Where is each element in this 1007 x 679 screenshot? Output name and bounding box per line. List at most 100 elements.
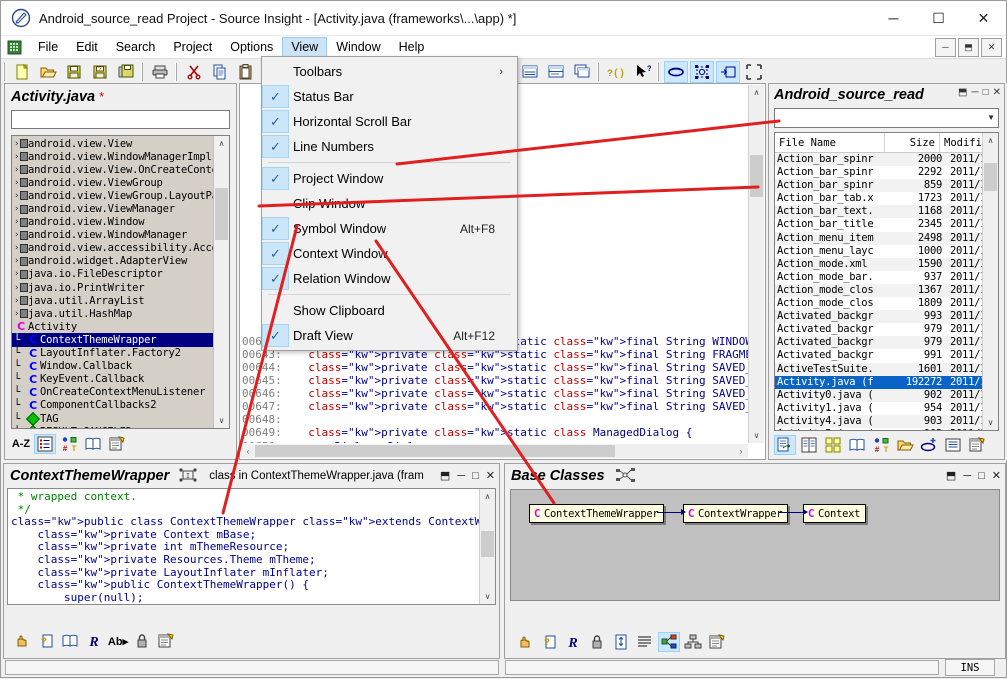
toolbar-grip[interactable]	[175, 62, 179, 81]
save-as-icon[interactable]: ?	[88, 61, 112, 83]
context-scroll-thumb[interactable]	[481, 531, 494, 557]
symbol-list[interactable]: › android.view.View › android.view.WindowMa…	[11, 135, 230, 429]
file-list-row[interactable]: Activity1.java (954 2011/11.	[775, 402, 998, 415]
menu-project[interactable]: Project	[164, 37, 221, 57]
toolbar-grip[interactable]	[3, 62, 7, 81]
context-scrollbar[interactable]: ∧ ∨	[479, 489, 495, 604]
symbol-list-item[interactable]: › android.view.ViewManager	[12, 202, 214, 215]
new-file-icon[interactable]	[10, 61, 34, 83]
editor-scroll-left-button[interactable]: ‹	[241, 444, 255, 458]
context-maximize-button[interactable]: □	[472, 470, 479, 482]
mdi-close-button[interactable]: ✕	[981, 37, 1002, 57]
find-reference-icon[interactable]: Ab▸	[107, 631, 129, 651]
copy-icon[interactable]	[208, 61, 232, 83]
toolbar-grip[interactable]	[141, 62, 145, 81]
editor-scroll-up-button[interactable]: ∧	[749, 85, 764, 100]
synchronize-files-icon[interactable]	[942, 435, 964, 455]
project-selector-combobox[interactable]: ▼	[774, 108, 999, 128]
tile-split-icon[interactable]	[544, 61, 568, 83]
file-list-row[interactable]: Action_mode_bar. 937 2011/11.	[775, 271, 998, 284]
cut-icon[interactable]	[182, 61, 206, 83]
project-restore-button[interactable]: ⬒	[958, 87, 967, 98]
file-list-row[interactable]: Activated_backgr 979 2011/11.	[775, 336, 998, 350]
browse-icon[interactable]	[82, 434, 104, 454]
relation-close-button[interactable]: ✕	[992, 469, 1001, 482]
mdi-minimize-button[interactable]: ─	[935, 37, 956, 57]
symbol-list-item[interactable]: › android.view.WindowManager	[12, 229, 214, 242]
symbol-list-item[interactable]: └ TAG	[12, 411, 214, 426]
print-icon[interactable]	[148, 61, 172, 83]
relation-maximize-button[interactable]: □	[978, 470, 985, 482]
project-settings-icon[interactable]	[966, 435, 988, 455]
view-menu-item-status-bar[interactable]: ✓ Status Bar	[262, 84, 517, 109]
context-scroll-up-button[interactable]: ∧	[480, 489, 495, 504]
class-node[interactable]: C ContextWrapper	[683, 504, 789, 523]
symbol-list-item[interactable]: └ C KeyEvent.Callback	[12, 373, 214, 386]
relation-restore-button[interactable]: ⬒	[946, 469, 956, 482]
file-list-row[interactable]: Action_mode.xml 1590 2011/11.	[775, 257, 998, 271]
symbol-list-item[interactable]: › android.view.View.OnCreateConte	[12, 163, 218, 176]
symbol-scroll-down-button[interactable]: ∨	[214, 413, 229, 428]
project-maximize-button[interactable]: □	[983, 87, 989, 98]
class-node[interactable]: C Context	[803, 504, 867, 523]
symbol-list-item[interactable]: › android.view.Window	[12, 216, 214, 229]
context-minimize-button[interactable]: ─	[457, 470, 465, 482]
lock-icon[interactable]	[131, 631, 153, 651]
symbol-window-icon[interactable]	[690, 60, 714, 83]
lock-icon[interactable]	[586, 632, 608, 652]
smart-rename-icon[interactable]: R	[83, 631, 105, 651]
symbol-list-item[interactable]: └ C ComponentCallbacks2	[12, 399, 214, 412]
file-list-row[interactable]: Action_bar_tab.x 1723 2011/11.	[775, 192, 998, 205]
mdi-restore-button[interactable]: ⬒	[958, 37, 979, 57]
symbol-list-item[interactable]: └ C OnCreateContextMenuListener	[12, 386, 214, 399]
context-scroll-down-button[interactable]: ∨	[480, 589, 495, 604]
file-list-row[interactable]: Action_bar_title 2345 2011/11.	[775, 218, 998, 231]
file-list-row[interactable]: Activity5.java (9022011/11.	[775, 428, 998, 430]
browse-icon[interactable]	[846, 435, 868, 455]
file-list-row[interactable]: Action_bar_text. 1168 2011/11.	[775, 205, 998, 219]
symbol-type-icon[interactable]: # T	[870, 435, 892, 455]
save-icon[interactable]	[62, 61, 86, 83]
file-list-row[interactable]: Action_mode_clos 1809 2011/11.	[775, 297, 998, 310]
context-help-icon[interactable]: ?	[538, 632, 560, 652]
symbol-list-item[interactable]: › android.view.accessibility.Acce	[12, 242, 218, 255]
sort-alpha-icon[interactable]: A-Z	[10, 434, 32, 454]
view-menu-item-draft-view[interactable]: ✓ Draft View Alt+F12	[262, 323, 517, 348]
open-file-icon[interactable]	[36, 61, 60, 83]
symbol-list-item[interactable]: › java.io.FileDescriptor	[12, 268, 214, 281]
function-help-icon[interactable]: ?()	[604, 61, 628, 83]
view-menu-item-relation-window[interactable]: ✓ Relation Window	[262, 266, 517, 291]
file-scroll-up-button[interactable]: ∧	[983, 133, 998, 148]
editor-hscroll-thumb[interactable]	[255, 445, 615, 457]
file-scroll-thumb[interactable]	[984, 163, 997, 191]
column-header-file-name[interactable]: File Name	[775, 133, 885, 152]
project-close-button[interactable]: ✕	[993, 87, 1001, 98]
maximize-button[interactable]: ☐	[916, 1, 961, 35]
relation-graph-canvas[interactable]: C ContextThemeWrapper C ContextWrapper C Cont…	[510, 489, 1000, 601]
highlight-icon[interactable]	[11, 631, 33, 651]
symbol-list-item[interactable]: › android.view.ViewGroup.LayoutPa	[12, 189, 218, 202]
file-list-row[interactable]: Action_bar_spinr 2292 2011/11.	[775, 166, 998, 179]
menu-file[interactable]: File	[29, 37, 67, 57]
file-list-scrollbar[interactable]: ∧ ∨	[982, 133, 998, 430]
arrange-icons-icon[interactable]	[822, 435, 844, 455]
symbol-list-item[interactable]: › android.view.WindowManagerImpl	[12, 150, 214, 163]
add-file-icon[interactable]	[918, 435, 940, 455]
symbol-list-item[interactable]: › android.widget.AdapterView	[12, 255, 214, 268]
view-menu-item-line-numbers[interactable]: ✓ Line Numbers	[262, 134, 517, 159]
file-list-row[interactable]: Activated_backgr 979 2011/11.	[775, 323, 998, 336]
menu-search[interactable]: Search	[107, 37, 165, 57]
cascade-icon[interactable]	[570, 61, 594, 83]
highlight-icon[interactable]	[514, 632, 536, 652]
outline-view-icon[interactable]	[634, 632, 656, 652]
menu-edit[interactable]: Edit	[67, 37, 107, 57]
symbol-list-item[interactable]: └ C Window.Callback	[12, 360, 214, 373]
context-close-button[interactable]: ✕	[486, 469, 495, 482]
project-file-list[interactable]: File Name Size Modifie Action_bar_spinr 2…	[774, 132, 999, 431]
file-list-row[interactable]: ActiveTestSuite. 1601 2011/11.	[775, 362, 998, 376]
editor-scroll-right-button[interactable]: ›	[734, 444, 748, 458]
symbol-list-item[interactable]: › java.util.HashMap	[12, 307, 214, 320]
context-help-icon[interactable]: ?	[35, 631, 57, 651]
editor-horizontal-scrollbar[interactable]: ‹ ›	[241, 444, 748, 458]
file-list-row[interactable]: Activity4.java (903 2011/11.	[775, 414, 998, 428]
